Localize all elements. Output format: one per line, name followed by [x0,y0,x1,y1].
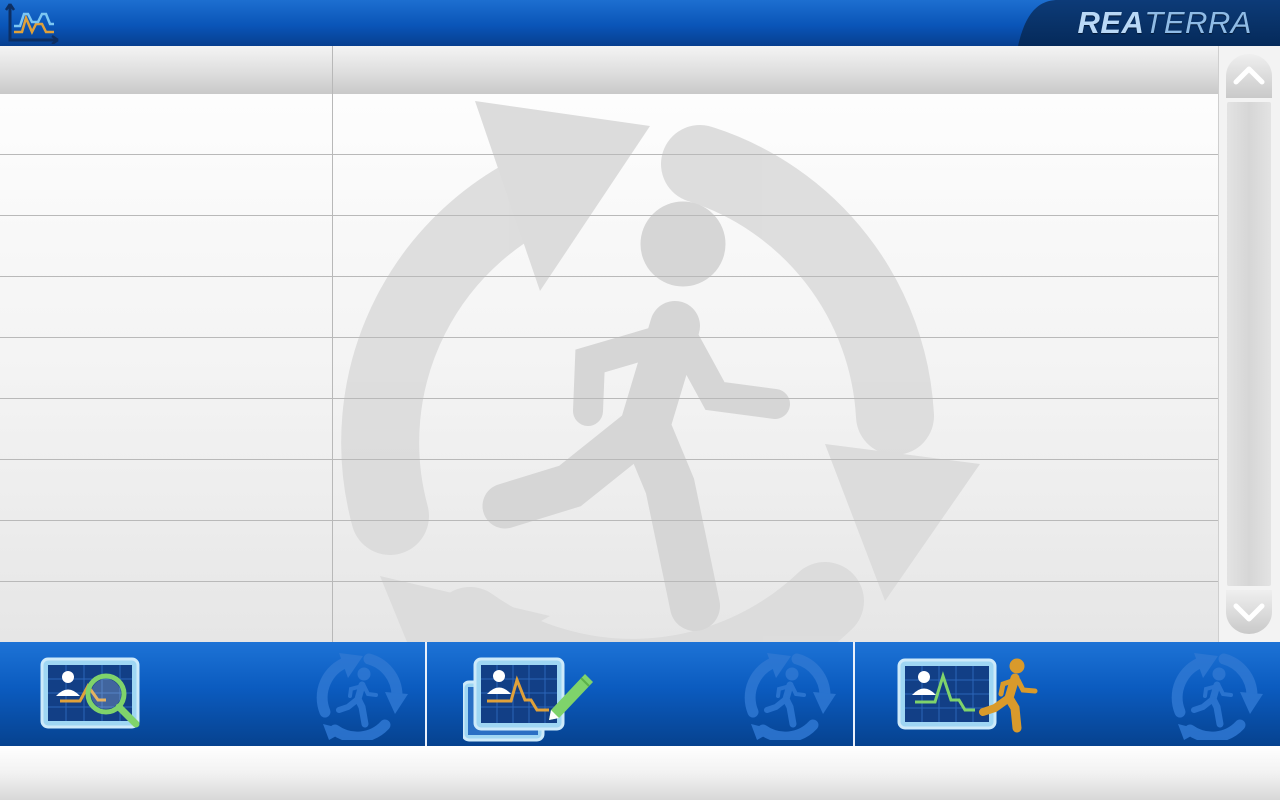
table-row[interactable] [0,460,1218,521]
table-row[interactable] [0,277,1218,338]
table-row[interactable] [0,338,1218,399]
brand-logo: REATERRA [1018,0,1280,46]
table-cell [0,216,332,276]
table-header [0,46,1218,94]
brand-name: REATERRA [1077,5,1252,41]
patient-graph-runner-icon [897,658,1038,733]
start-exercise-button[interactable] [855,642,1280,746]
patient-graph-pencil-icon [463,657,593,742]
table-cell [0,94,332,154]
table-cell [333,521,1215,581]
column-header-1[interactable] [0,46,332,100]
chevron-up-icon[interactable] [1226,54,1272,98]
table-cell [333,277,1215,337]
patient-graph-magnifier-icon [40,657,140,729]
scroll-track[interactable] [1227,102,1271,586]
table-cell [0,521,332,581]
trend-chart-icon[interactable] [2,2,62,44]
running-person-cycle-icon [744,653,836,740]
table-cell [333,216,1215,276]
table-cell [0,460,332,520]
table-row[interactable] [0,94,1218,155]
edit-exercise-button[interactable] [427,642,853,746]
running-person-cycle-icon [1171,653,1263,740]
table-cell [333,399,1215,459]
footer-bar [0,746,1280,800]
table-cell [333,338,1215,398]
running-person-cycle-icon [316,653,408,740]
scroll-panel [1218,46,1280,642]
table-cell [333,155,1215,215]
table-row[interactable] [0,155,1218,216]
chevron-down-icon[interactable] [1226,590,1272,634]
brand-name-bold: REA [1077,5,1145,40]
table-cell [333,460,1215,520]
table-row[interactable] [0,399,1218,460]
brand-name-light: TERRA [1144,5,1252,40]
table-cell [333,94,1215,154]
review-exercise-button[interactable] [0,642,425,746]
table-row[interactable] [0,521,1218,582]
table-cell [0,338,332,398]
action-bar [0,642,1280,746]
table-cell [0,399,332,459]
table-row[interactable] [0,216,1218,277]
column-header-2[interactable] [333,46,1215,100]
exercise-table [0,46,1218,642]
column-divider [332,46,333,642]
table-cell [0,155,332,215]
table-cell [0,277,332,337]
top-bar: REATERRA [0,0,1280,46]
